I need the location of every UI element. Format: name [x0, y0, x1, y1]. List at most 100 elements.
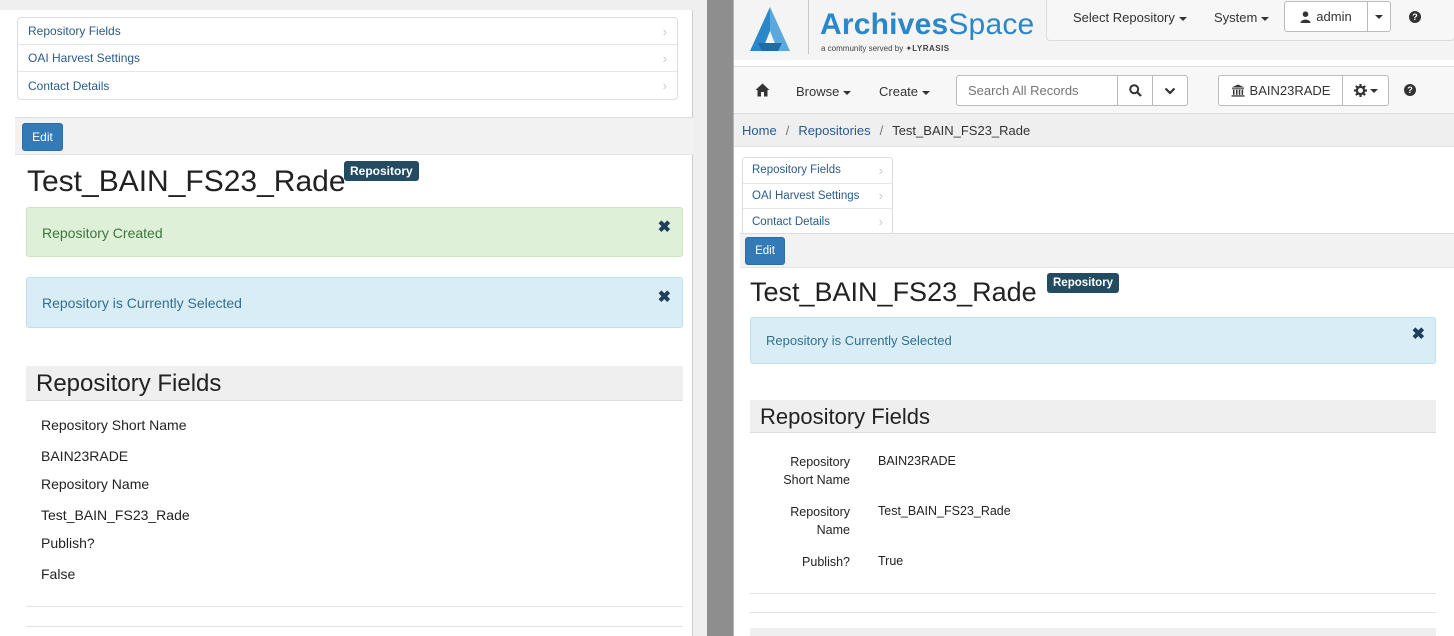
home-icon[interactable] — [755, 83, 770, 97]
brand-name[interactable]: ArchivesSpace — [820, 8, 1034, 42]
search-input[interactable] — [956, 75, 1118, 106]
browse-label: Browse — [796, 84, 840, 99]
nav-item-label: Contact Details — [28, 78, 110, 93]
caret-down-icon — [1369, 88, 1378, 93]
select-repository-label: Select Repository — [1073, 10, 1175, 25]
nav-item-contact-details[interactable]: Contact Details › — [18, 72, 677, 99]
next-section-heading — [750, 628, 1436, 636]
browse-menu[interactable]: Browse — [796, 84, 852, 99]
nav-item-label: OAI Harvest Settings — [752, 189, 860, 202]
alert-repository-selected: Repository is Currently Selected ✖ — [750, 317, 1436, 364]
chevron-right-icon: › — [878, 188, 883, 204]
breadcrumb-separator: / — [785, 123, 790, 138]
left-section-nav: Repository Fields › OAI Harvest Settings ›… — [17, 17, 678, 100]
page-title: Test_BAIN_FS23_Rade — [27, 165, 346, 198]
edit-button[interactable]: Edit — [745, 237, 785, 265]
field-label: Repository Name — [41, 476, 150, 492]
left-top-strip — [0, 0, 693, 10]
alert-repository-created: Repository Created ✖ — [26, 207, 683, 257]
close-icon[interactable]: ✖ — [658, 287, 671, 307]
search-icon — [1128, 84, 1142, 97]
caret-down-icon — [922, 90, 931, 95]
logo-separator — [808, 0, 809, 54]
record-type-badge: Repository — [344, 161, 419, 181]
caret-down-icon — [843, 90, 852, 95]
field-label-line: Repository — [790, 455, 850, 469]
field-label: Repository Short Name — [41, 417, 187, 433]
nav-item-repository-fields[interactable]: Repository Fields › — [18, 18, 677, 45]
field-value: False — [41, 566, 76, 582]
search-button[interactable] — [1117, 75, 1153, 106]
divider — [26, 626, 683, 627]
caret-down-icon — [1375, 14, 1383, 19]
gear-icon — [1353, 84, 1367, 97]
current-repository-label: BAIN23RADE — [1249, 83, 1331, 98]
field-label: Publish? — [750, 553, 850, 571]
nav-item-repository-fields[interactable]: Repository Fields › — [743, 158, 892, 184]
edit-button[interactable]: Edit — [22, 123, 63, 151]
record-toolbar: Edit — [740, 233, 1454, 268]
alert-text: Repository is Currently Selected — [42, 295, 242, 311]
field-label: Repository Short Name — [750, 453, 850, 489]
field-label-line: Publish? — [802, 555, 850, 569]
section-heading: Repository Fields — [26, 366, 683, 401]
breadcrumb-separator: / — [879, 123, 884, 138]
nav-item-oai-harvest-settings[interactable]: OAI Harvest Settings › — [18, 45, 677, 72]
field-value: BAIN23RADE — [41, 448, 129, 464]
help-icon[interactable]: ? — [1409, 11, 1421, 23]
chevron-right-icon: › — [878, 214, 883, 230]
breadcrumb-home-link[interactable]: Home — [742, 123, 777, 138]
divider — [26, 606, 683, 607]
chevron-right-icon: › — [662, 23, 667, 39]
left-window: Repository Fields › OAI Harvest Settings ›… — [0, 0, 707, 636]
nav-item-label: Contact Details — [752, 215, 830, 228]
alert-repository-selected: Repository is Currently Selected ✖ — [26, 277, 683, 328]
institution-icon — [1231, 84, 1245, 97]
create-label: Create — [879, 84, 919, 99]
close-icon[interactable]: ✖ — [658, 217, 671, 237]
record-toolbar: Edit — [15, 117, 693, 155]
field-value: Test_BAIN_FS23_Rade — [878, 504, 1011, 518]
system-label: System — [1214, 10, 1258, 25]
help-icon[interactable]: ? — [1404, 84, 1416, 96]
field-label: Repository Name — [750, 503, 850, 539]
chevron-right-icon: › — [662, 78, 667, 93]
user-name: admin — [1316, 9, 1352, 24]
alert-text: Repository is Currently Selected — [766, 333, 952, 348]
field-value: BAIN23RADE — [878, 454, 956, 468]
field-value: Test_BAIN_FS23_Rade — [41, 507, 190, 523]
nav-item-contact-details[interactable]: Contact Details › — [743, 209, 892, 235]
current-repository-button[interactable]: BAIN23RADE — [1218, 75, 1343, 106]
breadcrumb-repositories-link[interactable]: Repositories — [798, 123, 870, 138]
nav-item-label: OAI Harvest Settings — [28, 51, 141, 65]
field-value: True — [878, 554, 904, 568]
create-menu[interactable]: Create — [879, 84, 931, 99]
search-options-button[interactable] — [1152, 75, 1188, 106]
brand-name-bold: Archives — [820, 8, 949, 41]
brand-name-light: Space — [948, 8, 1035, 41]
nav-item-label: Repository Fields — [752, 164, 841, 177]
user-menu-button[interactable]: admin — [1284, 1, 1368, 32]
field-label-line: Repository — [790, 505, 850, 519]
window-gap — [707, 0, 733, 636]
record-type-badge: Repository — [1047, 273, 1120, 293]
chevron-right-icon: › — [878, 162, 883, 178]
caret-down-icon — [1178, 16, 1187, 21]
system-menu-bar: Select Repository System admin ? — [1046, 0, 1454, 41]
right-section-nav: Repository Fields › OAI Harvest Settings ›… — [742, 157, 893, 236]
close-icon[interactable]: ✖ — [1412, 324, 1425, 344]
left-page: Repository Fields › OAI Harvest Settings ›… — [0, 0, 693, 636]
brand-bar: ArchivesSpace a community served by ✦LYR… — [734, 0, 1454, 60]
user-menu-toggle[interactable] — [1367, 1, 1391, 32]
brand-tagline: a community served by ✦LYRASIS — [821, 44, 950, 53]
settings-menu-button[interactable] — [1342, 75, 1389, 106]
nav-item-oai-harvest-settings[interactable]: OAI Harvest Settings › — [743, 184, 892, 209]
field-label-line: Short Name — [783, 473, 850, 487]
select-repository-menu[interactable]: Select Repository — [1073, 10, 1187, 25]
nav-item-label: Repository Fields — [28, 24, 121, 38]
system-menu[interactable]: System — [1214, 10, 1270, 25]
user-icon — [1300, 10, 1311, 23]
breadcrumb: Home / Repositories / Test_BAIN_FS23_Rade — [734, 114, 1454, 147]
chevron-right-icon: › — [662, 50, 667, 66]
page-title: Test_BAIN_FS23_Rade — [750, 277, 1037, 307]
